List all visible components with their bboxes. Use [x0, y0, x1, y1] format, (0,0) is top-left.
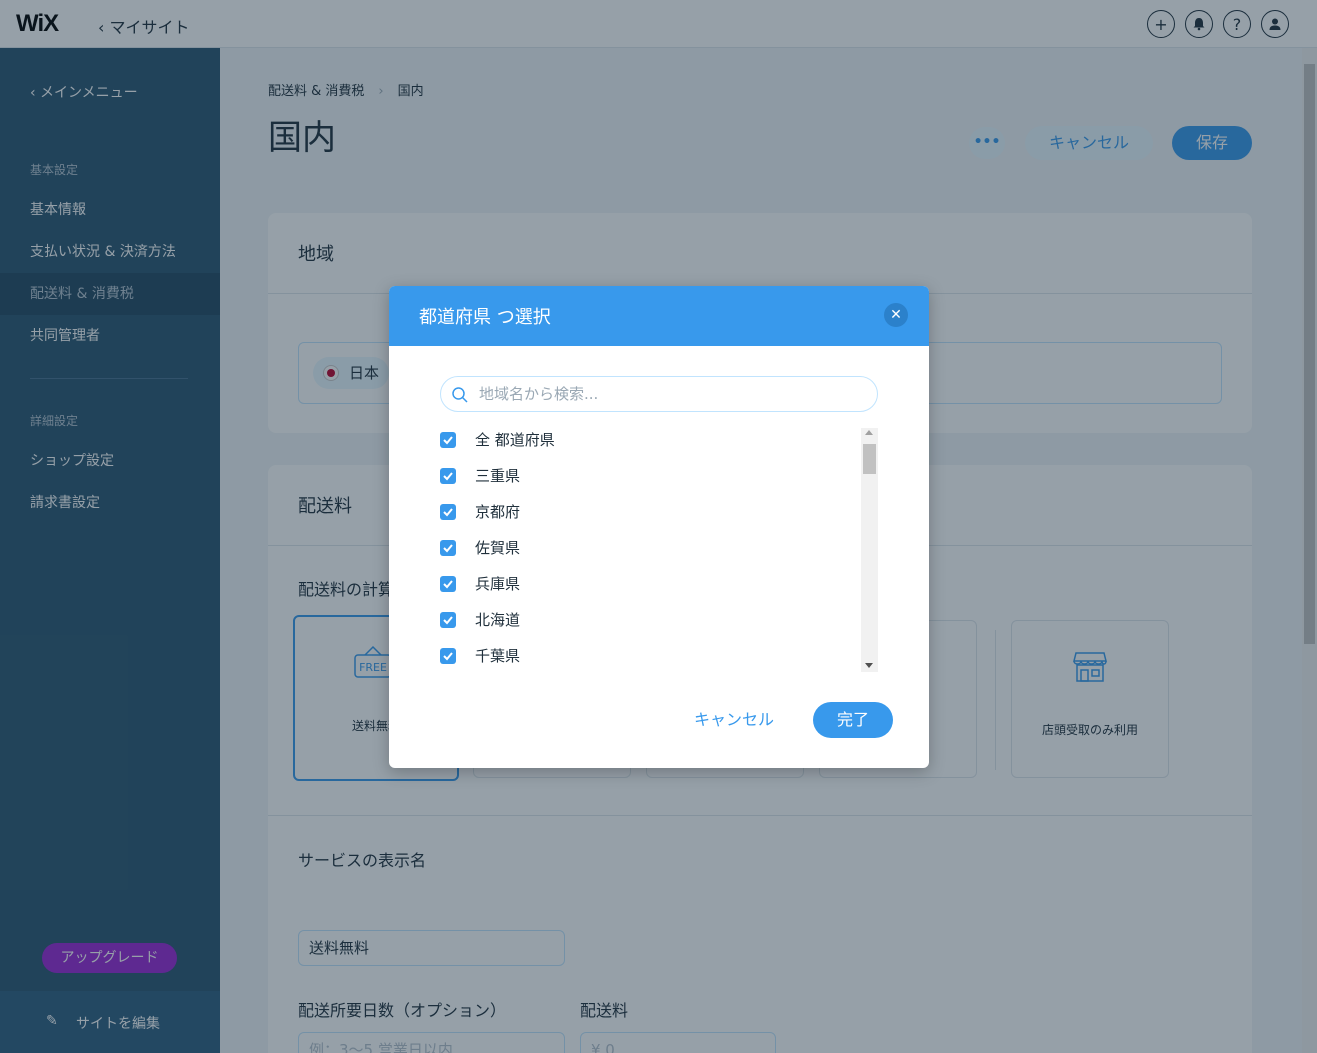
modal-header: 都道府県 つ選択 ✕ — [389, 286, 929, 346]
modal-cancel-button[interactable]: キャンセル — [679, 703, 789, 737]
checkbox-checked[interactable] — [440, 504, 456, 520]
list-item[interactable]: 三重県 — [440, 462, 850, 498]
checkbox-checked[interactable] — [440, 540, 456, 556]
list-scrollbar-thumb[interactable] — [863, 444, 876, 474]
list-item-label: 京都府 — [475, 503, 521, 521]
scroll-down-arrow-icon[interactable] — [865, 663, 873, 668]
list-item-label: 全 都道府県 — [475, 431, 555, 449]
modal-title: 都道府県 つ選択 — [419, 307, 551, 328]
list-item[interactable]: 兵庫県 — [440, 570, 850, 606]
search-input[interactable] — [479, 384, 859, 404]
list-item[interactable]: 千葉県 — [440, 642, 850, 672]
modal-done-button[interactable]: 完了 — [813, 702, 893, 738]
list-item[interactable]: 全 都道府県 — [440, 426, 850, 462]
list-item[interactable]: 佐賀県 — [440, 534, 850, 570]
search-icon — [452, 387, 468, 403]
list-item[interactable]: 京都府 — [440, 498, 850, 534]
list-item[interactable]: 北海道 — [440, 606, 850, 642]
checkbox-checked[interactable] — [440, 576, 456, 592]
list-item-label: 佐賀県 — [475, 539, 521, 557]
checkbox-checked[interactable] — [440, 468, 456, 484]
checkbox-checked[interactable] — [440, 648, 456, 664]
checkbox-checked[interactable] — [440, 612, 456, 628]
select-prefecture-modal: 都道府県 つ選択 ✕ 全 都道府県 三重県 京都府 佐賀県 兵庫県 — [389, 286, 929, 768]
list-scrollbar[interactable] — [861, 428, 878, 672]
region-search[interactable] — [440, 376, 878, 412]
list-item-label: 三重県 — [475, 467, 521, 485]
close-icon[interactable]: ✕ — [884, 303, 908, 327]
list-item-label: 千葉県 — [475, 647, 521, 665]
list-item-label: 兵庫県 — [475, 575, 521, 593]
prefecture-list: 全 都道府県 三重県 京都府 佐賀県 兵庫県 北海道 千葉県 — [440, 426, 880, 672]
checkbox-checked[interactable] — [440, 432, 456, 448]
list-item-label: 北海道 — [475, 611, 521, 629]
scroll-up-arrow-icon[interactable] — [865, 430, 873, 435]
